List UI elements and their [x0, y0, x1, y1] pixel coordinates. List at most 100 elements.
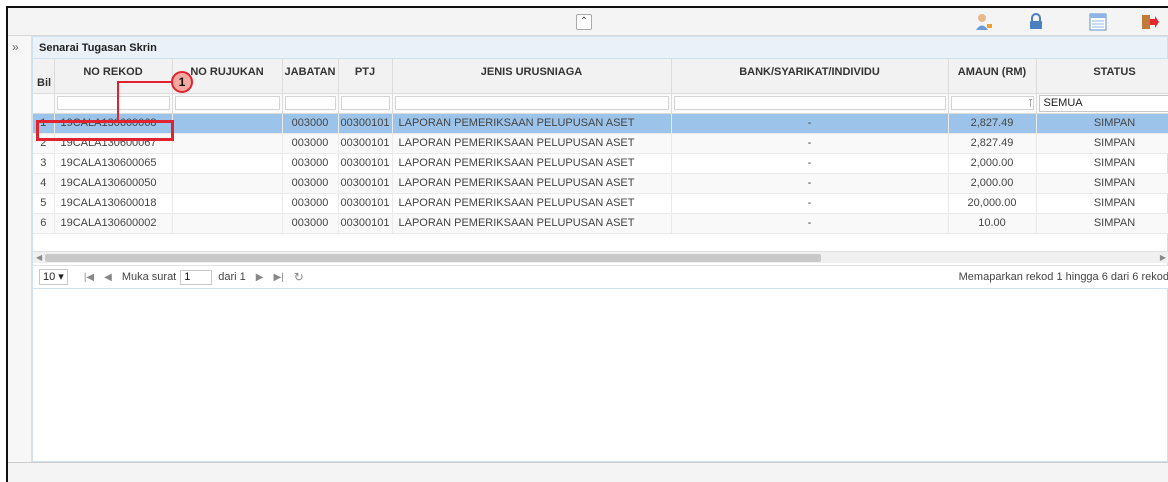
cell-jenis-urusniaga: LAPORAN PEMERIKSAAN PELUPUSAN ASET: [392, 193, 672, 214]
filter-jabatan[interactable]: [284, 96, 336, 110]
col-header-bank[interactable]: BANK/SYARIKAT/INDIVIDU: [671, 59, 949, 94]
table-row[interactable]: 2 19CALA130600067 003000 00300101 LAPORA…: [33, 133, 1168, 154]
cell-no-rekod[interactable]: 19CALA130600002: [54, 213, 173, 234]
cell-ptj: 00300101: [338, 133, 393, 154]
cell-bil: 3: [33, 153, 55, 174]
double-chevron-up-icon[interactable]: ⌃: [576, 14, 592, 30]
cell-bank: -: [671, 193, 949, 214]
cell-jenis-urusniaga: LAPORAN PEMERIKSAAN PELUPUSAN ASET: [392, 113, 672, 134]
cell-bank: -: [671, 213, 949, 234]
cell-ptj: 00300101: [338, 173, 393, 194]
cell-jabatan: 003000: [282, 193, 339, 214]
cell-status: SIMPAN: [1036, 133, 1168, 154]
cell-jabatan: 003000: [282, 153, 339, 174]
lock-icon[interactable]: [1026, 12, 1046, 32]
cell-bank: -: [671, 133, 949, 154]
page-of-label: dari 1: [218, 271, 246, 283]
cell-amaun: 2,827.49: [948, 113, 1037, 134]
callout-highlight-box: [36, 120, 174, 141]
panel-title: Senarai Tugasan Skrin: [33, 37, 1167, 59]
app-window: ⌃ » Senarai Tugasan Skrin Bil NO REKOD N…: [6, 6, 1168, 482]
cell-jabatan: 003000: [282, 213, 339, 234]
refresh-icon[interactable]: ↻: [294, 270, 304, 284]
filter-amaun[interactable]: [950, 96, 1034, 110]
cell-no-rujukan: [172, 213, 283, 234]
cell-status: SIMPAN: [1036, 113, 1168, 134]
double-chevron-right-icon[interactable]: »: [12, 40, 19, 54]
cell-amaun: 10.00: [948, 213, 1037, 234]
col-header-jabatan[interactable]: JABATAN: [282, 59, 339, 94]
table-row[interactable]: 5 19CALA130600018 003000 00300101 LAPORA…: [33, 193, 1168, 214]
scroll-right-icon[interactable]: ▶: [1160, 252, 1166, 264]
status-filter-select[interactable]: SEMUA ⌄: [1038, 94, 1168, 112]
user-profile-icon[interactable]: [974, 12, 994, 32]
col-header-no-rekod[interactable]: NO REKOD: [54, 59, 173, 94]
cell-jenis-urusniaga: LAPORAN PEMERIKSAAN PELUPUSAN ASET: [392, 213, 672, 234]
cell-jenis-urusniaga: LAPORAN PEMERIKSAAN PELUPUSAN ASET: [392, 133, 672, 154]
scroll-left-icon[interactable]: ◀: [36, 252, 42, 264]
callout-connector-vertical: [117, 81, 119, 121]
cell-jabatan: 003000: [282, 133, 339, 154]
table-row[interactable]: 3 19CALA130600065 003000 00300101 LAPORA…: [33, 153, 1168, 174]
last-page-icon[interactable]: ▶|: [273, 272, 283, 283]
col-header-bil[interactable]: Bil: [33, 59, 55, 94]
filter-funnel-icon[interactable]: ⊺: [1028, 97, 1034, 110]
page-size-select[interactable]: 10 ▾: [39, 269, 68, 285]
cell-ptj: 00300101: [338, 193, 393, 214]
cell-no-rekod[interactable]: 19CALA130600065: [54, 153, 173, 174]
first-page-icon[interactable]: |◀: [84, 272, 94, 283]
cell-ptj: 00300101: [338, 213, 393, 234]
cell-status: SIMPAN: [1036, 173, 1168, 194]
table-row[interactable]: 6 19CALA130600002 003000 00300101 LAPORA…: [33, 213, 1168, 234]
record-count-info: Memaparkan rekod 1 hingga 6 dari 6 rekod: [958, 271, 1168, 283]
cell-bank: -: [671, 113, 949, 134]
filter-no-rekod[interactable]: [56, 96, 170, 110]
col-header-amaun[interactable]: AMAUN (RM): [948, 59, 1037, 94]
col-header-jenis-urusniaga[interactable]: JENIS URUSNIAGA: [392, 59, 672, 94]
col-header-ptj[interactable]: PTJ: [338, 59, 393, 94]
cell-no-rekod[interactable]: 19CALA130600050: [54, 173, 173, 194]
cell-no-rujukan: [172, 133, 283, 154]
cell-status: SIMPAN: [1036, 153, 1168, 174]
status-filter-value: SEMUA: [1043, 97, 1083, 109]
bottom-bar: [8, 462, 1168, 482]
cell-status: SIMPAN: [1036, 213, 1168, 234]
cell-jabatan: 003000: [282, 113, 339, 134]
cell-jabatan: 003000: [282, 173, 339, 194]
prev-page-icon[interactable]: ◀: [104, 272, 112, 283]
filter-no-rujukan[interactable]: [174, 96, 280, 110]
col-header-status[interactable]: STATUS: [1036, 59, 1168, 94]
horizontal-scrollbar[interactable]: ◀ ▶: [33, 251, 1168, 263]
side-collapse-strip: »: [8, 36, 32, 462]
next-page-icon[interactable]: ▶: [256, 272, 264, 283]
task-list-panel: Senarai Tugasan Skrin Bil NO REKOD NO RU…: [32, 36, 1168, 462]
scrollbar-thumb[interactable]: [45, 254, 821, 262]
cell-no-rujukan: [172, 153, 283, 174]
cell-amaun: 2,827.49: [948, 133, 1037, 154]
page-label: Muka surat: [121, 271, 177, 283]
cell-ptj: 00300101: [338, 113, 393, 134]
cell-bil: 5: [33, 193, 55, 214]
page-size-value: 10: [43, 271, 56, 283]
cell-bil: 6: [33, 213, 55, 234]
cell-no-rekod[interactable]: 19CALA130600018: [54, 193, 173, 214]
filter-ptj[interactable]: [340, 96, 390, 110]
callout-connector-horizontal: [118, 81, 172, 83]
cell-amaun: 2,000.00: [948, 153, 1037, 174]
cell-amaun: 2,000.00: [948, 173, 1037, 194]
filter-jenis-urusniaga[interactable]: [394, 96, 669, 110]
logout-icon[interactable]: [1140, 12, 1160, 32]
cell-amaun: 20,000.00: [948, 193, 1037, 214]
cell-no-rujukan: [172, 173, 283, 194]
cell-bank: -: [671, 153, 949, 174]
top-toolbar: ⌃: [8, 8, 1168, 36]
table-row[interactable]: 1 19CALA130600068 003000 00300101 LAPORA…: [33, 113, 1168, 134]
table-row[interactable]: 4 19CALA130600050 003000 00300101 LAPORA…: [33, 173, 1168, 194]
task-grid: Bil NO REKOD NO RUJUKAN JABATAN PTJ JENI…: [33, 59, 1168, 267]
page-number-input[interactable]: 1: [180, 269, 213, 285]
cell-bil: 4: [33, 173, 55, 194]
filter-bank[interactable]: [673, 96, 946, 110]
cell-bank: -: [671, 173, 949, 194]
list-view-icon[interactable]: [1088, 12, 1108, 32]
callout-step-badge: 1: [171, 71, 193, 93]
